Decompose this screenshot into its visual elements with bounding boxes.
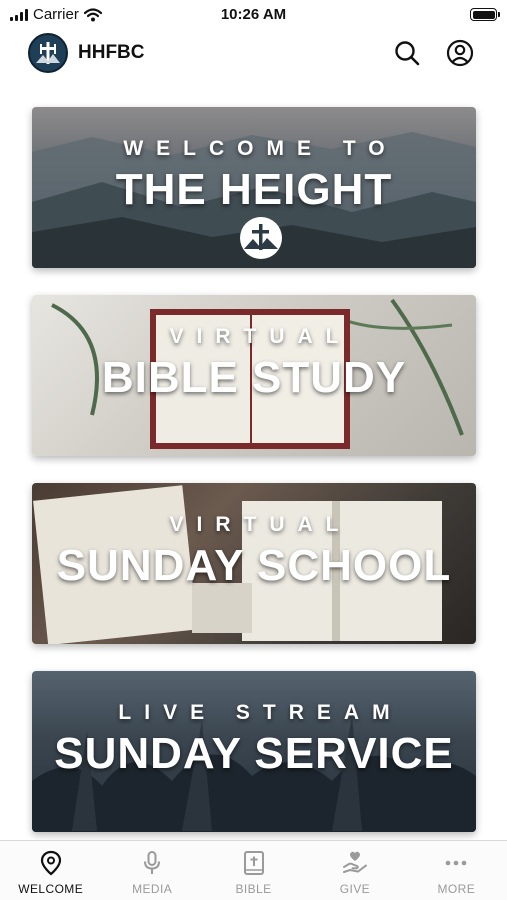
tab-welcome-label: WELCOME — [18, 882, 84, 896]
give-hand-icon — [342, 851, 367, 873]
tab-bible-label: BIBLE — [235, 882, 272, 896]
card-sunday-school-line2: SUNDAY SCHOOL — [56, 541, 452, 590]
tab-more[interactable]: MORE — [406, 841, 507, 900]
location-pin-icon — [40, 850, 61, 876]
status-time: 10:26 AM — [220, 6, 287, 23]
church-emblem-icon — [240, 217, 282, 259]
church-logo-icon[interactable] — [28, 33, 68, 73]
card-sunday-service-line2: SUNDAY SERVICE — [54, 729, 454, 778]
tab-media[interactable]: MEDIA — [101, 841, 202, 900]
bible-icon — [243, 851, 264, 875]
battery-icon — [470, 8, 500, 21]
app-title: HHFBC — [78, 42, 145, 63]
tab-more-label: MORE — [437, 882, 476, 896]
search-icon[interactable] — [392, 38, 422, 68]
more-dots-icon — [446, 860, 467, 866]
status-bar: Carrier 10:26 AM — [0, 0, 507, 30]
card-bible-study[interactable]: VIRTUAL BIBLE STUDY — [32, 295, 476, 456]
card-sunday-service-line1: LIVE STREAM — [118, 701, 403, 724]
card-sunday-school-line1: VIRTUAL — [169, 513, 352, 536]
card-welcome-line1: WELCOME TO — [123, 137, 398, 160]
card-sunday-service[interactable]: LIVE STREAM SUNDAY SERVICE — [32, 671, 476, 832]
feature-cards: WELCOME TO THE HEIGHT VIRTUAL BIBLE STUD… — [32, 107, 476, 859]
bottom-tab-bar: WELCOME MEDIA BIBLE GIVE MORE — [0, 840, 507, 900]
account-icon[interactable] — [445, 38, 475, 68]
tab-give[interactable]: GIVE — [304, 841, 405, 900]
card-bible-study-line2: BIBLE STUDY — [101, 353, 407, 402]
tab-welcome[interactable]: WELCOME — [0, 841, 101, 900]
card-welcome-line2: THE HEIGHT — [115, 165, 393, 214]
tab-give-label: GIVE — [339, 882, 371, 896]
card-bible-study-line1: VIRTUAL — [169, 325, 352, 348]
card-welcome[interactable]: WELCOME TO THE HEIGHT — [32, 107, 476, 268]
microphone-icon — [144, 851, 161, 874]
tab-media-label: MEDIA — [132, 882, 173, 896]
app-header: HHFBC — [0, 30, 507, 78]
tab-bible[interactable]: BIBLE — [203, 841, 304, 900]
card-sunday-school[interactable]: VIRTUAL SUNDAY SCHOOL — [32, 483, 476, 644]
